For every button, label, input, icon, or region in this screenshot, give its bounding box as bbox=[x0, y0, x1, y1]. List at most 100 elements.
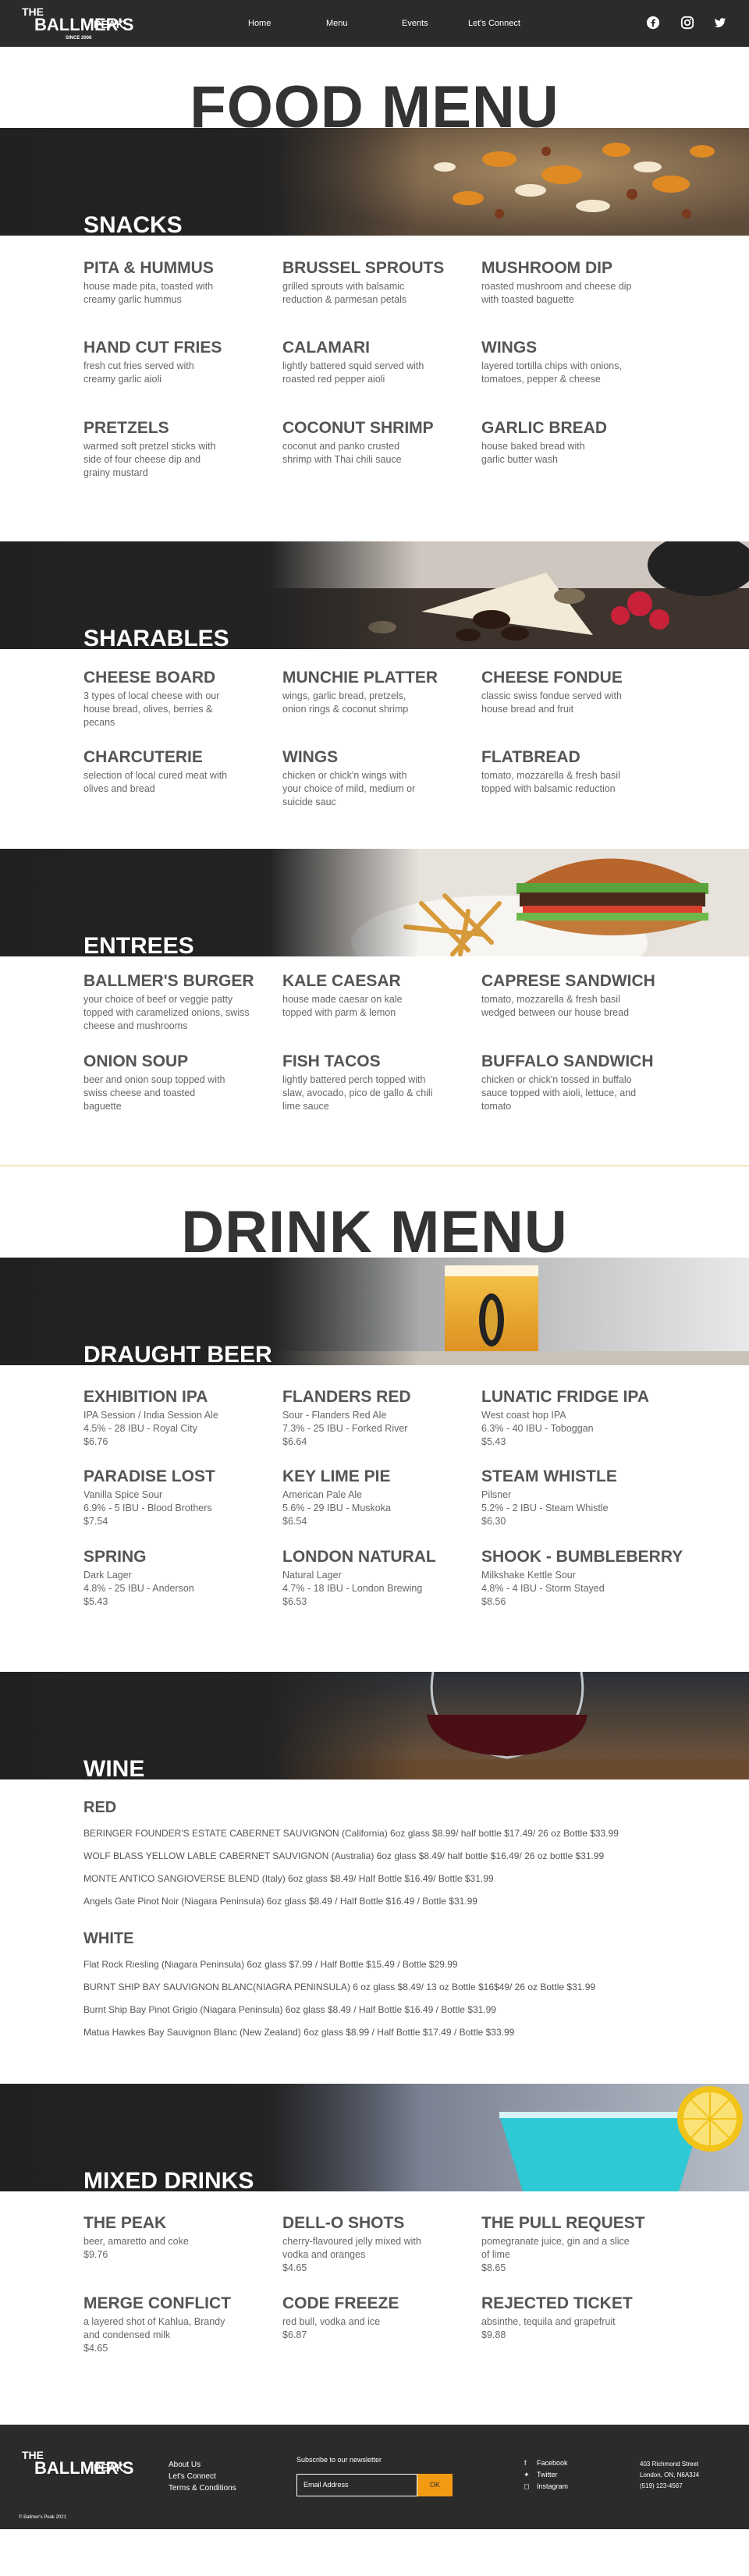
item-desc: tomato, mozzarella & fresh basil topped … bbox=[481, 770, 620, 794]
drink-item: THE PULL REQUEST pomegranate juice, gin a… bbox=[481, 2214, 669, 2275]
item-desc: roasted mushroom and cheese dip with toa… bbox=[481, 281, 632, 305]
item-price: $7.54 bbox=[83, 1516, 108, 1527]
menu-item: HAND CUT FRIES fresh cut fries served wit… bbox=[83, 339, 271, 386]
item-name: CHEESE FONDUE bbox=[481, 669, 623, 687]
item-name: THE PULL REQUEST bbox=[481, 2214, 645, 2232]
white-wine-heading: WHITE bbox=[83, 1930, 134, 1947]
item-desc: house made caesar on kale topped with pa… bbox=[282, 994, 403, 1018]
item-name: PRETZELS bbox=[83, 419, 169, 437]
item-name: ONION SOUP bbox=[83, 1052, 189, 1070]
beer-item: FLANDERS RED Sour - Flanders Red Ale 7.3% … bbox=[282, 1388, 470, 1449]
logo-tagline: SINCE 2008 bbox=[66, 36, 92, 41]
item-desc: Milkshake Kettle Sour bbox=[481, 1570, 576, 1581]
item-desc: Natural Lager bbox=[282, 1570, 342, 1581]
footer-terms-link[interactable]: Terms & Conditions bbox=[169, 2484, 236, 2493]
menu-item: FLATBREAD tomato, mozzarella & fresh basi… bbox=[481, 748, 669, 796]
item-price: $5.43 bbox=[481, 1436, 506, 1447]
drink-item: DELL-O SHOTS cherry-flavoured jelly mixed… bbox=[282, 2214, 470, 2275]
item-desc: chicken or chick'n wings with your choic… bbox=[282, 770, 416, 807]
beer-item: STEAM WHISTLE Pilsner 5.2% - 2 IBU - Steam… bbox=[481, 1467, 669, 1528]
food-menu-title: FOOD MENU bbox=[190, 74, 559, 140]
nav-events[interactable]: Events bbox=[402, 19, 428, 28]
menu-item: CHEESE FONDUE classic swiss fondue served… bbox=[481, 669, 669, 716]
item-name: FLANDERS RED bbox=[282, 1388, 411, 1406]
item-stats: 4.7% - 18 IBU - London Brewing bbox=[282, 1583, 423, 1594]
item-desc: pomegranate juice, gin and a slice of li… bbox=[481, 2236, 630, 2260]
wine-line: BERINGER FOUNDER'S ESTATE CABERNET SAUVI… bbox=[83, 1828, 619, 1839]
wine-line: MONTE ANTICO SANGIOVERSE BLEND (Italy) 6… bbox=[83, 1873, 494, 1884]
wine-line: Flat Rock Riesling (Niagara Peninsula) 6… bbox=[83, 1959, 458, 1970]
item-name: WINGS bbox=[282, 748, 339, 766]
item-desc: classic swiss fondue served with house b… bbox=[481, 690, 622, 715]
item-name: KALE CAESAR bbox=[282, 972, 401, 990]
facebook-icon[interactable] bbox=[646, 16, 660, 30]
beer-item: LUNATIC FRIDGE IPA West coast hop IPA 6.3%… bbox=[481, 1388, 669, 1449]
item-name: REJECTED TICKET bbox=[481, 2294, 633, 2312]
menu-item: CHARCUTERIE selection of local cured meat… bbox=[83, 748, 271, 796]
item-price: $4.65 bbox=[83, 2343, 108, 2354]
menu-item: MUSHROOM DIP roasted mushroom and cheese … bbox=[481, 259, 669, 307]
wine-line: Angels Gate Pinot Noir (Niagara Peninsul… bbox=[83, 1896, 477, 1907]
facebook-icon[interactable]: f bbox=[524, 2459, 527, 2467]
mixed-drinks-banner: MIXED DRINKS bbox=[0, 2084, 749, 2191]
item-desc: warmed soft pretzel sticks with side of … bbox=[83, 441, 216, 478]
item-name: DELL-O SHOTS bbox=[282, 2214, 405, 2232]
newsletter-label: Subscribe to our newsletter bbox=[296, 2456, 382, 2464]
item-name: WINGS bbox=[481, 339, 538, 357]
menu-item: PRETZELS warmed soft pretzel sticks with … bbox=[83, 419, 271, 480]
item-name: PITA & HUMMUS bbox=[83, 259, 214, 277]
menu-item: CALAMARI lightly battered squid served wi… bbox=[282, 339, 470, 386]
instagram-icon[interactable]: ◻ bbox=[524, 2482, 529, 2491]
footer-twitter-link[interactable]: Twitter bbox=[537, 2471, 558, 2478]
footer-instagram-link[interactable]: Instagram bbox=[537, 2482, 568, 2490]
footer-facebook-link[interactable]: Facebook bbox=[537, 2459, 568, 2467]
twitter-icon[interactable]: ✦ bbox=[524, 2471, 530, 2479]
menu-item: CHEESE BOARD 3 types of local cheese with… bbox=[83, 669, 271, 729]
item-desc: lightly battered squid served with roast… bbox=[282, 360, 424, 385]
item-name: COCONUT SHRIMP bbox=[282, 419, 434, 437]
footer-logo[interactable]: THE BALLMER'S PEAK bbox=[17, 2446, 134, 2487]
item-name: SPRING bbox=[83, 1548, 147, 1566]
item-name: LUNATIC FRIDGE IPA bbox=[481, 1388, 650, 1406]
item-desc: beer, amaretto and coke bbox=[83, 2236, 189, 2247]
drink-menu-title: DRINK MENU bbox=[181, 1199, 568, 1265]
item-desc: Sour - Flanders Red Ale bbox=[282, 1410, 387, 1421]
item-name: FISH TACOS bbox=[282, 1052, 381, 1070]
nav-menu[interactable]: Menu bbox=[326, 19, 348, 28]
twitter-icon[interactable] bbox=[713, 16, 727, 30]
item-desc: Vanilla Spice Sour bbox=[83, 1489, 163, 1500]
subscribe-ok-button[interactable]: OK bbox=[417, 2474, 453, 2496]
entrees-banner: ENTREES bbox=[0, 849, 749, 956]
instagram-icon[interactable] bbox=[680, 16, 694, 30]
entrees-heading: ENTREES bbox=[83, 933, 194, 956]
footer-about-link[interactable]: About Us bbox=[169, 2461, 201, 2469]
menu-item: CAPRESE SANDWICH tomato, mozzarella & fre… bbox=[481, 972, 669, 1020]
item-stats: 4.8% - 25 IBU - Anderson bbox=[83, 1583, 194, 1594]
item-desc: house baked bread with garlic butter was… bbox=[481, 441, 585, 465]
top-nav: THE BALLMER'S PEAK SINCE 2008 Home Menu … bbox=[0, 0, 749, 47]
item-desc: your choice of beef or veggie patty topp… bbox=[83, 994, 250, 1031]
beer-item: SPRING Dark Lager 4.8% - 25 IBU - Anderson… bbox=[83, 1548, 271, 1609]
item-price: $8.56 bbox=[481, 1596, 506, 1607]
drink-item: THE PEAK beer, amaretto and coke $9.76 bbox=[83, 2214, 271, 2262]
item-price: $6.30 bbox=[481, 1516, 506, 1527]
nav-lets-connect[interactable]: Let's Connect bbox=[468, 19, 520, 28]
item-price: $5.43 bbox=[83, 1596, 108, 1607]
item-name: CAPRESE SANDWICH bbox=[481, 972, 655, 990]
draught-heading: DRAUGHT BEER bbox=[83, 1342, 272, 1365]
item-name: HAND CUT FRIES bbox=[83, 339, 222, 357]
item-desc: layered tortilla chips with onions, toma… bbox=[481, 360, 622, 385]
nav-home[interactable]: Home bbox=[248, 19, 271, 28]
email-input[interactable]: Email Address bbox=[296, 2474, 417, 2496]
logo[interactable]: THE BALLMER'S PEAK SINCE 2008 bbox=[17, 3, 134, 44]
item-name: PARADISE LOST bbox=[83, 1467, 215, 1485]
copyright: © Ballmer's Peak 2021 bbox=[19, 2515, 66, 2520]
item-stats: 5.2% - 2 IBU - Steam Whistle bbox=[481, 1503, 609, 1513]
item-price: $6.87 bbox=[282, 2329, 307, 2340]
footer-connect-link[interactable]: Let's Connect bbox=[169, 2472, 216, 2481]
item-desc: wings, garlic bread, pretzels, onion rin… bbox=[282, 690, 409, 715]
item-desc: chicken or chick'n tossed in buffalo sau… bbox=[481, 1074, 637, 1112]
menu-item: GARLIC BREAD house baked bread with garli… bbox=[481, 419, 669, 467]
beer-item: LONDON NATURAL Natural Lager 4.7% - 18 IBU… bbox=[282, 1548, 470, 1609]
menu-item: WINGS chicken or chick'n wings with your … bbox=[282, 748, 470, 809]
